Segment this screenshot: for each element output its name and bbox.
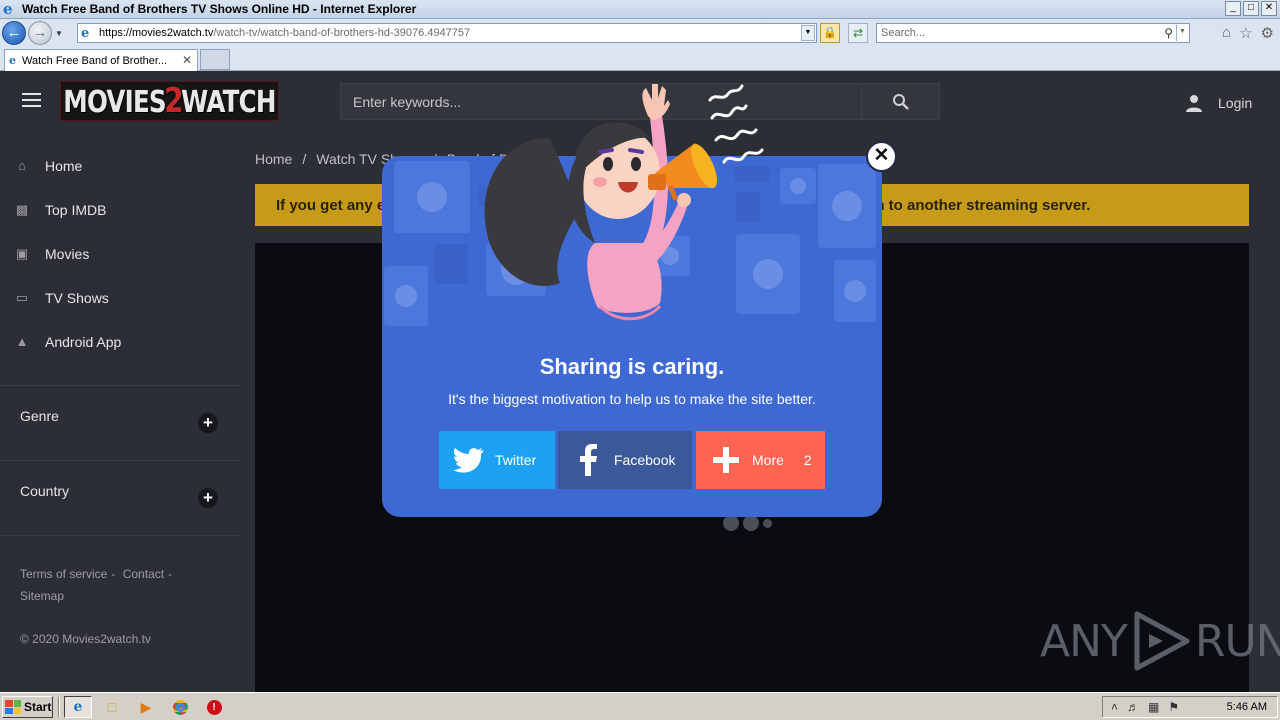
- search-icon[interactable]: ⚲: [1164, 24, 1173, 42]
- browser-search-placeholder: Search...: [881, 27, 926, 39]
- back-button[interactable]: ←: [2, 21, 26, 45]
- window-titlebar: e Watch Free Band of Brothers TV Shows O…: [0, 0, 1280, 19]
- windows-taskbar: Start e □ ▶ ! ˄ ♬ ▦ ⚑ 5:46 AM: [0, 692, 1280, 720]
- alert-text-right: ch to another streaming server.: [867, 196, 1091, 214]
- tab-active[interactable]: e Watch Free Band of Brother... ✕: [4, 49, 198, 71]
- film-icon: ▣: [15, 246, 29, 261]
- network-icon[interactable]: ▦: [1148, 700, 1159, 714]
- sidebar-divider: [0, 535, 240, 536]
- clock[interactable]: 5:46 AM: [1227, 701, 1267, 713]
- android-icon: ▲: [15, 334, 29, 349]
- anyrun-watermark: ANY RUN: [1040, 610, 1280, 672]
- user-icon: [1186, 95, 1202, 112]
- ie-logo-icon: e: [3, 0, 13, 18]
- tv-icon: ▭: [15, 290, 29, 305]
- footer-links: Terms of service - Contact - Sitemap: [20, 567, 173, 603]
- modal-close-button[interactable]: ✕: [866, 141, 897, 172]
- tray-expand-icon[interactable]: ˄: [1111, 700, 1118, 714]
- tab-favicon-icon: e: [9, 54, 16, 67]
- action-center-flag-icon[interactable]: ⚑: [1168, 700, 1179, 714]
- sidebar: ⌂ Home ▩ Top IMDB ▣ Movies ▭ TV Shows ▲ …: [0, 133, 240, 692]
- tab-label: Watch Free Band of Brother...: [22, 54, 168, 67]
- url-path: /watch-tv/watch-band-of-brothers-hd-3907…: [213, 27, 471, 39]
- window-controls: _ □ ✕: [1225, 1, 1277, 16]
- sidebar-item-android-app[interactable]: ▲ Android App: [14, 330, 122, 354]
- terms-link[interactable]: Terms of service: [20, 567, 107, 581]
- tab-bar: e Watch Free Band of Brother... ✕: [0, 47, 1280, 71]
- url-host: https://movies2watch.tv: [99, 27, 214, 39]
- refresh-icon[interactable]: ⇄: [848, 23, 868, 43]
- taskbar-opera-icon[interactable]: !: [200, 696, 228, 718]
- windows-logo-icon: [5, 700, 21, 714]
- tab-close-icon[interactable]: ✕: [182, 53, 192, 67]
- facebook-label: Facebook: [614, 452, 676, 468]
- taskbar-chrome-icon[interactable]: [166, 696, 194, 718]
- browser-tools: ⌂ ☆ ⚙: [1222, 24, 1274, 42]
- genre-expand-button[interactable]: +: [198, 413, 218, 433]
- taskbar-explorer-icon[interactable]: □: [98, 696, 126, 718]
- sidebar-divider: [0, 460, 240, 461]
- twitter-share-button[interactable]: Twitter: [439, 431, 555, 489]
- history-dropdown-icon[interactable]: ▼: [54, 29, 64, 38]
- contact-link[interactable]: Contact: [123, 567, 164, 581]
- more-label: More: [752, 452, 784, 468]
- loading-spinner: [723, 515, 772, 531]
- plus-icon: [710, 444, 742, 476]
- girl-megaphone-illustration: [484, 84, 764, 321]
- modal-subtitle: It's the biggest motivation to help us t…: [448, 391, 816, 407]
- system-tray: ˄ ♬ ▦ ⚑ 5:46 AM: [1102, 696, 1278, 718]
- taskbar-separator: [58, 697, 60, 717]
- address-field[interactable]: e https://movies2watch.tv/watch-tv/watch…: [77, 23, 817, 43]
- sidebar-item-movies[interactable]: ▣ Movies: [14, 242, 90, 266]
- menu-hamburger-icon[interactable]: [22, 93, 41, 111]
- tray-icons: ˄ ♬ ▦ ⚑: [1111, 700, 1179, 714]
- imdb-icon: ▩: [15, 202, 29, 217]
- address-dropdown-icon[interactable]: ▼: [801, 25, 815, 41]
- favorites-star-icon[interactable]: ☆: [1239, 24, 1252, 42]
- login-label: Login: [1218, 95, 1253, 111]
- genre-heading[interactable]: Genre: [20, 408, 59, 424]
- new-tab-button[interactable]: [200, 49, 230, 70]
- window-title: Watch Free Band of Brothers TV Shows Onl…: [22, 2, 417, 16]
- magnifier-icon: [892, 93, 909, 110]
- site-search-button[interactable]: [861, 84, 939, 119]
- close-window-button[interactable]: ✕: [1261, 1, 1277, 16]
- twitter-label: Twitter: [495, 452, 537, 468]
- taskbar-ie-icon[interactable]: e: [64, 696, 92, 718]
- page-favicon-icon: e: [81, 25, 90, 41]
- start-button[interactable]: Start: [2, 696, 53, 718]
- volume-icon[interactable]: ♬: [1127, 700, 1139, 714]
- minimize-button[interactable]: _: [1225, 1, 1241, 16]
- country-expand-button[interactable]: +: [198, 488, 218, 508]
- modal-title: Sharing is caring.: [539, 354, 725, 379]
- forward-button[interactable]: →: [28, 21, 52, 45]
- copyright: © 2020 Movies2watch.tv: [20, 632, 151, 646]
- sidebar-item-top-imdb[interactable]: ▩ Top IMDB: [14, 198, 107, 222]
- address-toolbar: ← → ▼ e https://movies2watch.tv/watch-tv…: [0, 19, 1280, 47]
- taskbar-media-player-icon[interactable]: ▶: [132, 696, 160, 718]
- login-link[interactable]: Login: [1184, 93, 1252, 113]
- sidebar-item-home[interactable]: ⌂ Home: [14, 154, 82, 178]
- alert-text-left: If you get any e: [276, 196, 386, 214]
- more-share-button[interactable]: More 2: [696, 431, 825, 489]
- home-icon: ⌂: [18, 158, 26, 173]
- facebook-f-icon: [572, 444, 604, 476]
- site-logo[interactable]: MOVIES2WATCH: [60, 81, 279, 121]
- settings-gear-icon[interactable]: ⚙: [1261, 24, 1274, 42]
- search-dropdown-icon[interactable]: ▼: [1176, 25, 1188, 41]
- maximize-button[interactable]: □: [1243, 1, 1259, 16]
- home-icon[interactable]: ⌂: [1222, 24, 1231, 42]
- facebook-share-button[interactable]: Facebook: [558, 431, 692, 489]
- sidebar-item-tv-shows[interactable]: ▭ TV Shows: [14, 286, 109, 310]
- twitter-bird-icon: [453, 444, 485, 476]
- breadcrumb-home[interactable]: Home: [255, 151, 292, 167]
- country-heading[interactable]: Country: [20, 483, 69, 499]
- more-count: 2: [803, 452, 812, 468]
- sidebar-divider: [0, 385, 240, 386]
- lock-icon[interactable]: 🔒: [820, 23, 840, 43]
- play-logo-icon: [1134, 611, 1190, 671]
- share-buttons: Twitter Facebook More 2: [439, 431, 825, 489]
- browser-search-input[interactable]: Search... ⚲ ▼: [876, 23, 1190, 43]
- sitemap-link[interactable]: Sitemap: [20, 589, 64, 603]
